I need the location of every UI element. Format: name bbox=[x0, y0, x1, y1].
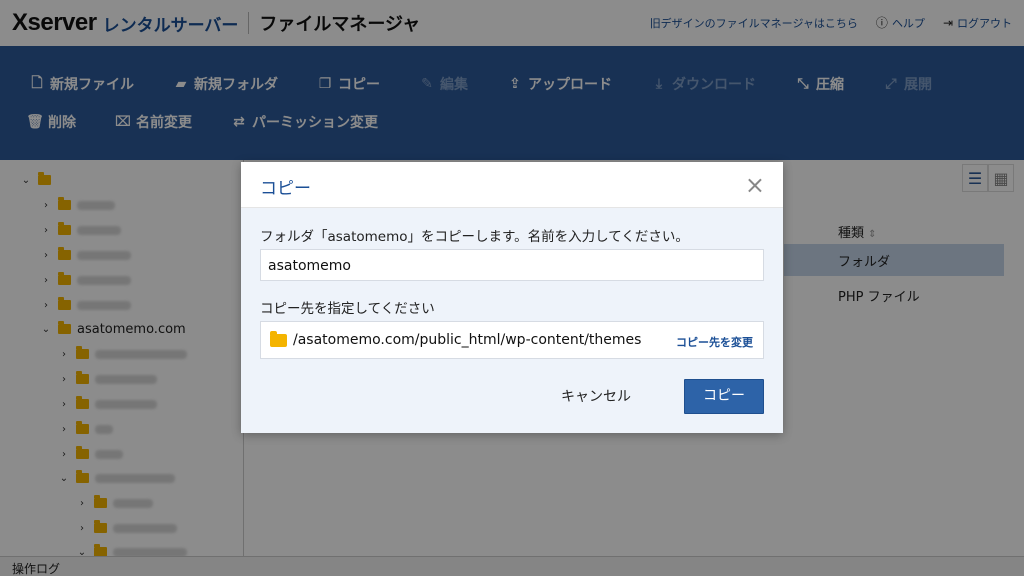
copy-confirm-button[interactable]: コピー bbox=[684, 379, 764, 414]
cancel-button[interactable]: キャンセル bbox=[561, 386, 631, 406]
copy-name-input[interactable]: asatomemo bbox=[260, 249, 764, 281]
change-dest-link[interactable]: コピー先を変更 bbox=[676, 334, 753, 350]
dest-path: /asatomemo.com/public_html/wp-content/th… bbox=[293, 332, 642, 348]
close-icon[interactable]: × bbox=[745, 171, 765, 199]
dialog-header: コピー × bbox=[241, 162, 783, 208]
dialog-title: コピー bbox=[260, 179, 311, 199]
dialog-body: フォルダ「asatomemo」をコピーします。名前を入力してください。 asat… bbox=[241, 208, 783, 433]
dest-field: /asatomemo.com/public_html/wp-content/th… bbox=[260, 321, 764, 359]
dest-label: コピー先を指定してください bbox=[260, 301, 435, 317]
dialog-message: フォルダ「asatomemo」をコピーします。名前を入力してください。 bbox=[260, 229, 689, 245]
folder-icon bbox=[270, 330, 287, 347]
copy-dialog: コピー × フォルダ「asatomemo」をコピーします。名前を入力してください… bbox=[241, 162, 783, 433]
